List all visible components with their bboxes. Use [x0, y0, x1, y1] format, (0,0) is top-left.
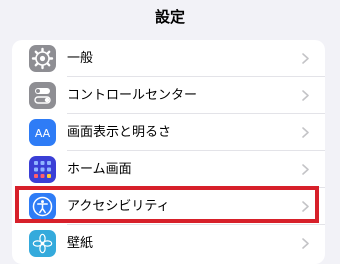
settings-item-label: 壁紙 — [67, 236, 94, 251]
gear-icon — [29, 45, 56, 72]
chevron-right-icon — [302, 127, 309, 138]
chevron-right-icon — [302, 238, 309, 249]
settings-item-label: ホーム画面 — [67, 162, 132, 177]
settings-list: 一般 コントロールセンター AA 画面表示と明るさ ホーム画面 アクセシビリティ… — [12, 40, 325, 264]
text-size-icon-glyph: AA — [35, 127, 51, 140]
chevron-right-icon — [302, 164, 309, 175]
page-title: 設定 — [154, 8, 185, 26]
settings-item-label: 一般 — [67, 51, 94, 66]
text-size-icon: AA — [29, 119, 56, 146]
settings-item-label: コントロールセンター — [67, 88, 198, 103]
settings-item-label: 画面表示と明るさ — [67, 125, 172, 140]
settings-item-home-screen[interactable]: ホーム画面 — [12, 151, 325, 188]
settings-item-display-brightness[interactable]: AA 画面表示と明るさ — [12, 114, 325, 151]
wallpaper-flower-icon — [29, 230, 56, 257]
toggles-icon — [29, 82, 56, 109]
settings-item-general[interactable]: 一般 — [12, 40, 325, 77]
chevron-right-icon — [302, 53, 309, 64]
settings-item-wallpaper[interactable]: 壁紙 — [12, 225, 325, 262]
chevron-right-icon — [302, 90, 309, 101]
settings-item-control-center[interactable]: コントロールセンター — [12, 77, 325, 114]
highlight-box — [15, 186, 319, 223]
home-screen-grid-icon — [29, 156, 56, 183]
